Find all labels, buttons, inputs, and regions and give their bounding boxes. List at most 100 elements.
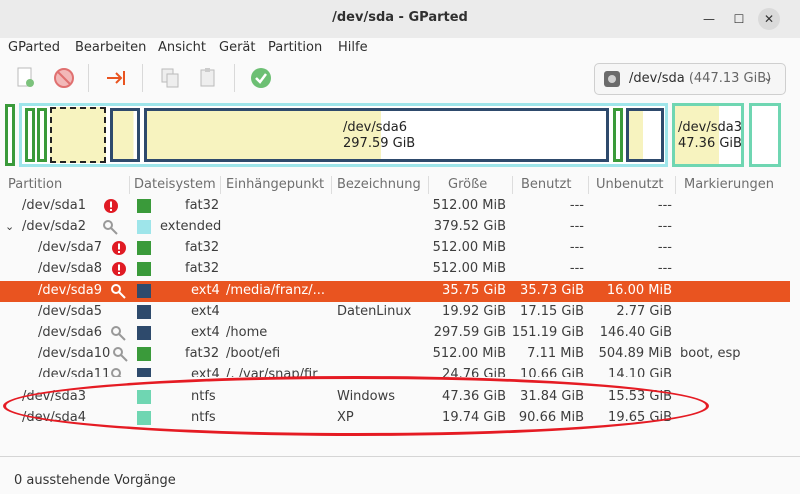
new-document-icon [17,67,34,87]
menu-partition[interactable]: Partition [268,40,322,55]
row-size: 512.00 MiB [432,198,506,213]
diskmap-sda10[interactable] [613,108,623,162]
col-unused[interactable]: Unbenutzt [596,177,664,192]
row-partition: /dev/sda1 [22,198,86,213]
disk-map: /dev/sda6 297.59 GiB /dev/sda3 47.36 GiB [0,100,800,170]
chevron-down-icon: ⌄ [763,70,774,84]
copy-button[interactable] [158,66,182,90]
row-used: 10.66 GiB [520,367,584,377]
diskmap-sda6-size: 297.59 GiB [343,136,416,151]
paste-button[interactable] [196,66,220,90]
partition-row-sda9[interactable]: /dev/sda9 ext4 /media/franz/... 35.75 Gi… [0,281,790,302]
partition-row-sda10[interactable]: /dev/sda10 fat32 /boot/efi 512.00 MiB 7.… [0,344,790,365]
row-filesystem: extended [160,219,222,234]
diskmap-sda1[interactable] [5,104,15,166]
key-icon [111,368,122,377]
device-selector[interactable]: /dev/sda (447.13 GiB) ⌄ [594,63,786,95]
partition-row-sda1[interactable]: /dev/sda1 fat32 512.00 MiB --- --- [0,196,790,217]
partition-row-sda5[interactable]: /dev/sda5 ext4 DatenLinux 19.92 GiB 17.1… [0,302,790,323]
status-bar: 0 ausstehende Vorgänge [0,456,800,494]
window-title: /dev/sda - GParted [332,10,468,25]
fs-color-swatch [137,220,151,234]
error-icon [112,241,126,255]
row-label: DatenLinux [337,304,412,319]
row-unused: --- [657,240,672,255]
menu-view[interactable]: Ansicht [158,40,206,55]
new-partition-button[interactable] [14,66,38,90]
diskmap-sda5[interactable] [110,108,140,162]
diskmap-sda7[interactable] [25,108,35,162]
diskmap-sda8[interactable] [37,108,47,162]
row-partition: /dev/sda9 [38,283,102,298]
row-partition: /dev/sda10 [38,346,111,361]
apply-button[interactable] [249,66,273,90]
maximize-icon: ☐ [733,12,745,26]
device-name: /dev/sda [629,71,685,86]
row-filesystem: ext4 [191,325,220,340]
row-used: 151.19 GiB [511,325,584,340]
row-mountpoint: /media/franz/... [226,283,325,298]
row-size: 512.00 MiB [432,261,506,276]
diskmap-sda4[interactable] [749,103,781,167]
diskmap-sda9[interactable] [50,107,106,163]
row-size: 379.52 GiB [433,219,506,234]
row-unused: 14.10 GiB [608,367,672,377]
diskmap-sda6[interactable]: /dev/sda6 297.59 GiB [144,108,609,162]
row-filesystem: fat32 [185,261,220,276]
maximize-button[interactable]: ☐ [728,8,750,30]
row-unused: --- [657,219,672,234]
row-unused: 504.89 MiB [598,346,672,361]
row-used: --- [569,198,584,213]
partition-table-header: Partition Dateisystem Einhängepunkt Beze… [0,176,800,196]
minimize-button[interactable]: — [698,8,720,30]
row-partition: /dev/sda7 [38,240,102,255]
resize-move-button[interactable] [104,66,128,90]
close-icon: ✕ [763,12,775,26]
row-used: 7.11 MiB [527,346,584,361]
row-unused: --- [657,198,672,213]
col-flags[interactable]: Markierungen [684,177,774,192]
row-partition: /dev/sda2 [22,219,86,234]
col-used[interactable]: Benutzt [521,177,571,192]
diskmap-sda3-name: /dev/sda3 [678,120,742,135]
row-unused: 146.40 GiB [599,325,672,340]
close-button[interactable]: ✕ [758,8,780,30]
menu-edit[interactable]: Bearbeiten [75,40,146,55]
resize-arrow-icon [107,71,125,85]
title-bar: /dev/sda - GParted — ☐ ✕ [0,0,800,39]
expander-chevron-icon[interactable]: ⌄ [5,220,14,233]
menu-gparted[interactable]: GParted [8,40,60,55]
col-size[interactable]: Größe [448,177,487,192]
diskmap-sda11[interactable] [626,108,664,162]
fs-color-swatch [137,326,151,340]
copy-icon [161,68,179,88]
row-used: --- [569,219,584,234]
diskmap-sda3-size: 47.36 GiB [678,136,742,151]
row-filesystem: ext4 [191,367,220,377]
col-label[interactable]: Bezeichnung [337,177,421,192]
menu-device[interactable]: Gerät [219,40,255,55]
partition-row-sda6[interactable]: /dev/sda6 ext4 /home 297.59 GiB 151.19 G… [0,323,790,344]
partition-row-sda7[interactable]: /dev/sda7 fat32 512.00 MiB --- --- [0,238,790,259]
partition-row-sda2[interactable]: ⌄ /dev/sda2 extended 379.52 GiB --- --- [0,217,790,238]
paste-icon [200,68,215,87]
minimize-icon: — [703,12,715,26]
device-size: (447.13 GiB) [688,71,772,86]
fs-color-swatch [137,347,151,361]
delete-partition-button[interactable] [52,66,76,90]
key-icon [113,347,128,362]
key-icon [111,326,126,341]
diskmap-sda3[interactable]: /dev/sda3 47.36 GiB [672,103,744,167]
partition-row-sda8[interactable]: /dev/sda8 fat32 512.00 MiB --- --- [0,259,790,280]
col-mountpoint[interactable]: Einhängepunkt [226,177,324,192]
row-filesystem: ext4 [191,304,220,319]
fs-color-swatch [137,305,151,319]
row-used: --- [569,240,584,255]
row-used: 35.73 GiB [520,283,584,298]
key-icon [111,284,126,299]
col-partition[interactable]: Partition [8,177,62,192]
row-filesystem: fat32 [185,346,220,361]
col-filesystem[interactable]: Dateisystem [134,177,216,192]
menu-help[interactable]: Hilfe [338,40,368,55]
error-icon [104,199,118,213]
